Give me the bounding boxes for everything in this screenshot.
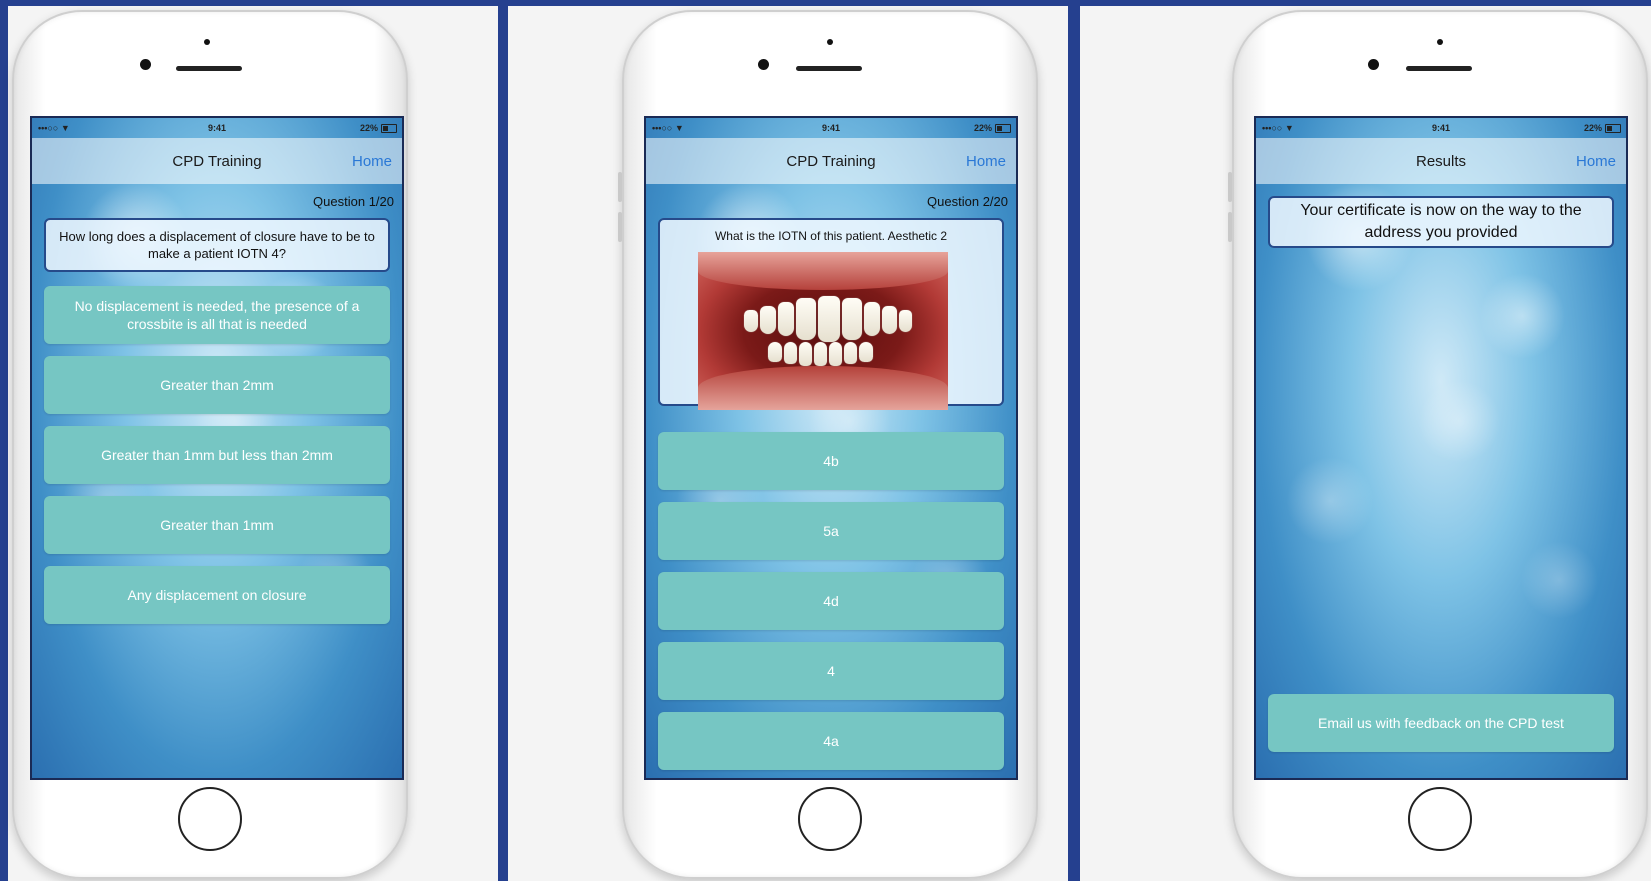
- answer-option[interactable]: 5a: [658, 502, 1004, 560]
- answer-option[interactable]: 4b: [658, 432, 1004, 490]
- screen: •••○○ ▼ 9:41 22% Results Home Your certi…: [1254, 116, 1628, 780]
- screen: •••○○ ▼ 9:41 22% CPD Training Home Quest…: [30, 116, 404, 780]
- phone-results: •••○○ ▼ 9:41 22% Results Home Your certi…: [1228, 10, 1648, 879]
- home-hardware-button[interactable]: [178, 787, 242, 851]
- front-sensor: [827, 39, 833, 45]
- front-camera: [758, 59, 769, 70]
- feedback-button[interactable]: Email us with feedback on the CPD test: [1268, 694, 1614, 752]
- answer-option[interactable]: 4d: [658, 572, 1004, 630]
- answer-option[interactable]: Greater than 1mm but less than 2mm: [44, 426, 390, 484]
- front-sensor: [1437, 39, 1443, 45]
- status-time: 9:41: [821, 123, 840, 133]
- battery-percent: 22%: [359, 123, 378, 133]
- page-title: CPD Training: [786, 153, 876, 170]
- answer-option[interactable]: Any displacement on closure: [44, 566, 390, 624]
- volume-button: [1228, 212, 1232, 242]
- question-card: What is the IOTN of this patient. Aesthe…: [658, 218, 1004, 410]
- phone-quiz-question-2: •••○○ ▼ 9:41 22% CPD Training Home Quest…: [618, 10, 1038, 879]
- volume-button: [1228, 172, 1232, 202]
- question-counter: Question 2/20: [927, 194, 1008, 209]
- answer-option[interactable]: Greater than 1mm: [44, 496, 390, 554]
- home-button[interactable]: Home: [966, 153, 1006, 170]
- front-camera: [1368, 59, 1379, 70]
- status-time: 9:41: [207, 123, 226, 133]
- page-title: CPD Training: [172, 153, 262, 170]
- status-bar: •••○○ ▼ 9:41 22%: [646, 118, 1016, 138]
- certificate-message: Your certificate is now on the way to th…: [1268, 196, 1614, 248]
- question-text: What is the IOTN of this patient. Aesthe…: [714, 229, 948, 243]
- home-button[interactable]: Home: [1576, 153, 1616, 170]
- status-time: 9:41: [1431, 123, 1450, 133]
- dental-photo-icon: [698, 252, 948, 410]
- question-text: How long does a displacement of closure …: [44, 218, 390, 272]
- answer-option[interactable]: 4a: [658, 712, 1004, 770]
- battery-percent: 22%: [1583, 123, 1602, 133]
- status-bar: •••○○ ▼ 9:41 22%: [32, 118, 402, 138]
- earpiece-speaker: [1406, 66, 1472, 71]
- battery-icon: [995, 124, 1011, 133]
- nav-bar: Results Home: [1256, 138, 1626, 184]
- nav-bar: CPD Training Home: [646, 138, 1016, 184]
- earpiece-speaker: [796, 66, 862, 71]
- page-title: Results: [1415, 153, 1467, 170]
- volume-button: [618, 212, 622, 242]
- earpiece-speaker: [176, 66, 242, 71]
- screen: •••○○ ▼ 9:41 22% CPD Training Home Quest…: [644, 116, 1018, 780]
- volume-button: [618, 172, 622, 202]
- front-sensor: [204, 39, 210, 45]
- answer-option[interactable]: Greater than 2mm: [44, 356, 390, 414]
- battery-percent: 22%: [973, 123, 992, 133]
- home-hardware-button[interactable]: [798, 787, 862, 851]
- phone-quiz-question-1: •••○○ ▼ 9:41 22% CPD Training Home Quest…: [12, 10, 408, 879]
- front-camera: [140, 59, 151, 70]
- battery-icon: [1605, 124, 1621, 133]
- question-counter: Question 1/20: [313, 194, 394, 209]
- home-hardware-button[interactable]: [1408, 787, 1472, 851]
- home-button[interactable]: Home: [352, 153, 392, 170]
- battery-icon: [381, 124, 397, 133]
- nav-bar: CPD Training Home: [32, 138, 402, 184]
- status-bar: •••○○ ▼ 9:41 22%: [1256, 118, 1626, 138]
- answer-option[interactable]: No displacement is needed, the presence …: [44, 286, 390, 344]
- answer-option[interactable]: 4: [658, 642, 1004, 700]
